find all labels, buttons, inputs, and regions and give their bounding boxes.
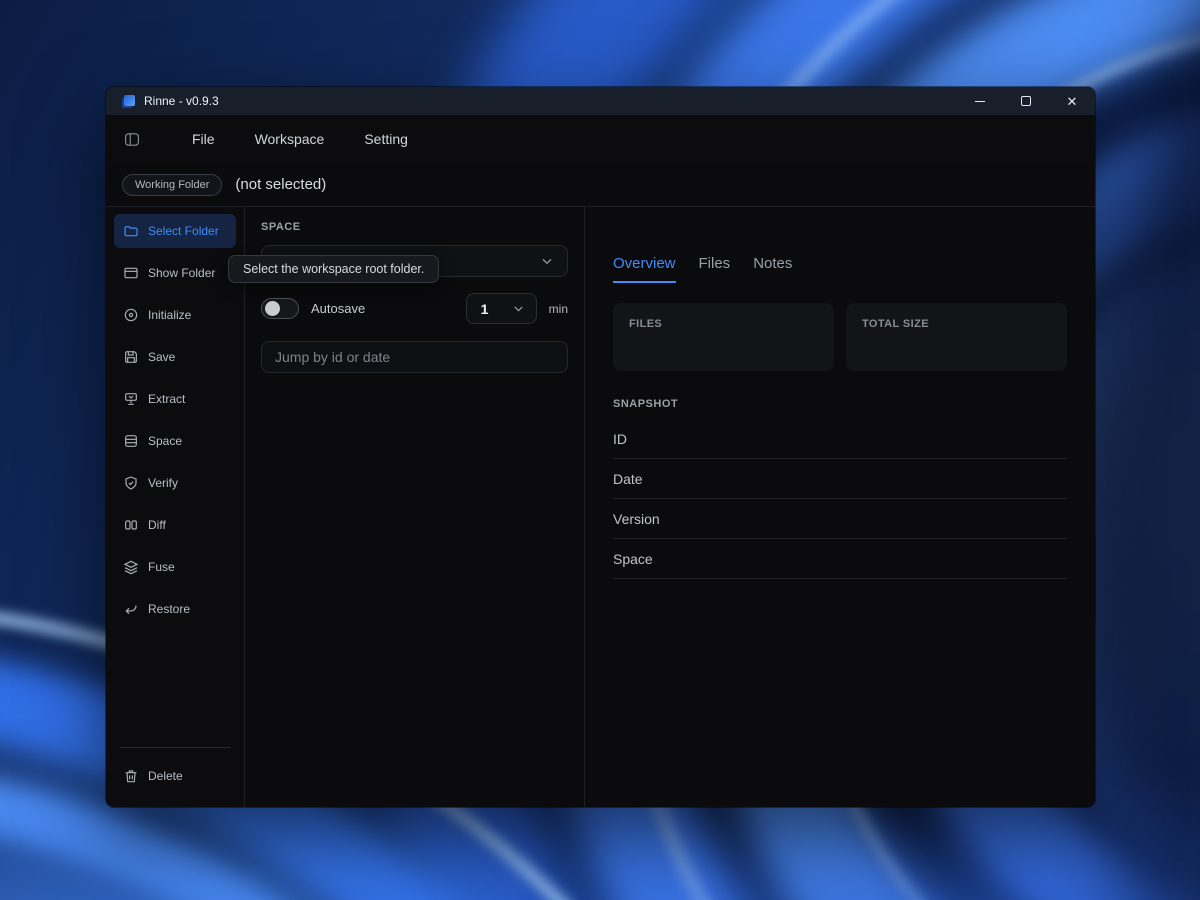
chevron-down-icon	[511, 301, 526, 316]
folder-icon	[124, 226, 138, 237]
columns-icon	[125, 520, 137, 530]
window-folder-icon	[124, 267, 138, 279]
titlebar[interactable]: Rinne - v0.9.3 ✕	[106, 87, 1095, 115]
extract-icon	[125, 393, 137, 405]
jump-input[interactable]	[261, 341, 568, 373]
space-section-label: SPACE	[261, 221, 301, 233]
minimize-icon	[975, 100, 985, 102]
sidebar-item-diff[interactable]: Diff	[114, 508, 236, 542]
autosave-label: Autosave	[311, 301, 366, 316]
window-controls: ✕	[957, 87, 1095, 115]
menu-file[interactable]: File	[192, 131, 215, 147]
sidebar: Select Folder Show Folder Initialize Sav…	[106, 207, 245, 807]
total-size-card-label: TOTAL SIZE	[862, 318, 929, 330]
sidebar-item-restore[interactable]: Restore	[114, 592, 236, 626]
files-card-label: FILES	[629, 318, 663, 330]
sidebar-item-label: Show Folder	[148, 266, 216, 280]
sidebar-item-initialize[interactable]: Initialize	[114, 298, 236, 332]
trash-icon	[125, 770, 137, 783]
snapshot-row-label: Space	[613, 550, 653, 567]
snapshot-rows: ID Date Version Space	[613, 419, 1067, 579]
stat-cards: FILES TOTAL SIZE	[613, 303, 1067, 371]
shield-check-icon	[125, 476, 137, 490]
undo-icon	[125, 605, 137, 615]
tab-files[interactable]: Files	[699, 255, 731, 283]
autosave-row: Autosave 1 min	[261, 293, 568, 324]
close-icon: ✕	[1066, 93, 1078, 109]
tab-notes[interactable]: Notes	[753, 255, 792, 283]
chevron-down-icon	[539, 253, 555, 269]
sidebar-item-fuse[interactable]: Fuse	[114, 550, 236, 584]
minimize-button[interactable]	[957, 87, 1003, 115]
tab-overview[interactable]: Overview	[613, 255, 676, 283]
working-folder-row: Working Folder (not selected)	[106, 163, 1095, 207]
snapshot-row-label: ID	[613, 430, 627, 447]
disc-icon	[124, 308, 138, 322]
menubar: File Workspace Setting	[106, 115, 1095, 163]
snapshot-row-id: ID	[613, 419, 1067, 459]
snapshot-row-version: Version	[613, 499, 1067, 539]
close-button[interactable]: ✕	[1049, 87, 1095, 115]
interval-select[interactable]: 1	[465, 293, 537, 324]
sidebar-item-label: Space	[148, 434, 183, 448]
database-icon	[125, 435, 137, 447]
working-folder-value: (not selected)	[235, 176, 327, 193]
tooltip: Select the workspace root folder.	[228, 255, 440, 283]
sidebar-item-show-folder[interactable]: Show Folder	[114, 256, 236, 290]
sidebar-item-verify[interactable]: Verify	[114, 466, 236, 500]
interval-unit-label: min	[548, 301, 568, 316]
sidebar-item-select-folder[interactable]: Select Folder	[114, 214, 236, 248]
sidebar-item-label: Extract	[148, 392, 186, 406]
sidebar-item-label: Fuse	[148, 560, 175, 574]
sidebar-item-label: Restore	[148, 602, 191, 616]
space-panel: SPACE Autosave 1 min	[245, 207, 585, 807]
sidebar-divider	[120, 747, 230, 748]
panel-left-icon	[125, 132, 139, 146]
files-card: FILES	[613, 303, 834, 371]
sidebar-item-label: Verify	[148, 476, 179, 490]
detail-tabs: Overview Files Notes	[613, 255, 1067, 283]
layers-icon	[123, 560, 139, 575]
total-size-card: TOTAL SIZE	[846, 303, 1067, 371]
snapshot-row-label: Date	[613, 470, 643, 487]
sidebar-item-space[interactable]: Space	[114, 424, 236, 458]
menu-setting[interactable]: Setting	[364, 131, 408, 147]
detail-panel: Overview Files Notes FILES TOTAL SIZE SN…	[585, 207, 1095, 807]
toggle-knob	[265, 301, 280, 316]
sidebar-toggle-button[interactable]	[122, 131, 152, 148]
sidebar-item-save[interactable]: Save	[114, 340, 236, 374]
menu-workspace[interactable]: Workspace	[255, 131, 325, 147]
working-folder-badge: Working Folder	[122, 173, 223, 196]
sidebar-item-delete[interactable]: Delete	[114, 759, 236, 793]
sidebar-item-extract[interactable]: Extract	[114, 382, 236, 416]
snapshot-row-date: Date	[613, 459, 1067, 499]
sidebar-item-label: Initialize	[148, 308, 192, 322]
snapshot-row-label: Version	[613, 510, 660, 527]
app-logo-icon	[122, 94, 135, 108]
window-body: Select Folder Show Folder Initialize Sav…	[106, 207, 1095, 807]
autosave-toggle[interactable]	[261, 298, 299, 319]
snapshot-row-space: Space	[613, 539, 1067, 579]
sidebar-item-label: Diff	[148, 518, 166, 532]
maximize-button[interactable]	[1003, 87, 1049, 115]
window-title: Rinne - v0.9.3	[144, 94, 219, 108]
floppy-icon	[125, 351, 137, 363]
sidebar-item-label: Select Folder	[148, 224, 219, 238]
interval-value: 1	[480, 300, 489, 317]
app-window: Rinne - v0.9.3 ✕ File Workspace Setting …	[106, 87, 1095, 807]
maximize-icon	[1021, 96, 1031, 106]
sidebar-item-label: Save	[148, 350, 176, 364]
sidebar-item-label: Delete	[148, 769, 183, 783]
snapshot-section-label: SNAPSHOT	[613, 398, 679, 410]
